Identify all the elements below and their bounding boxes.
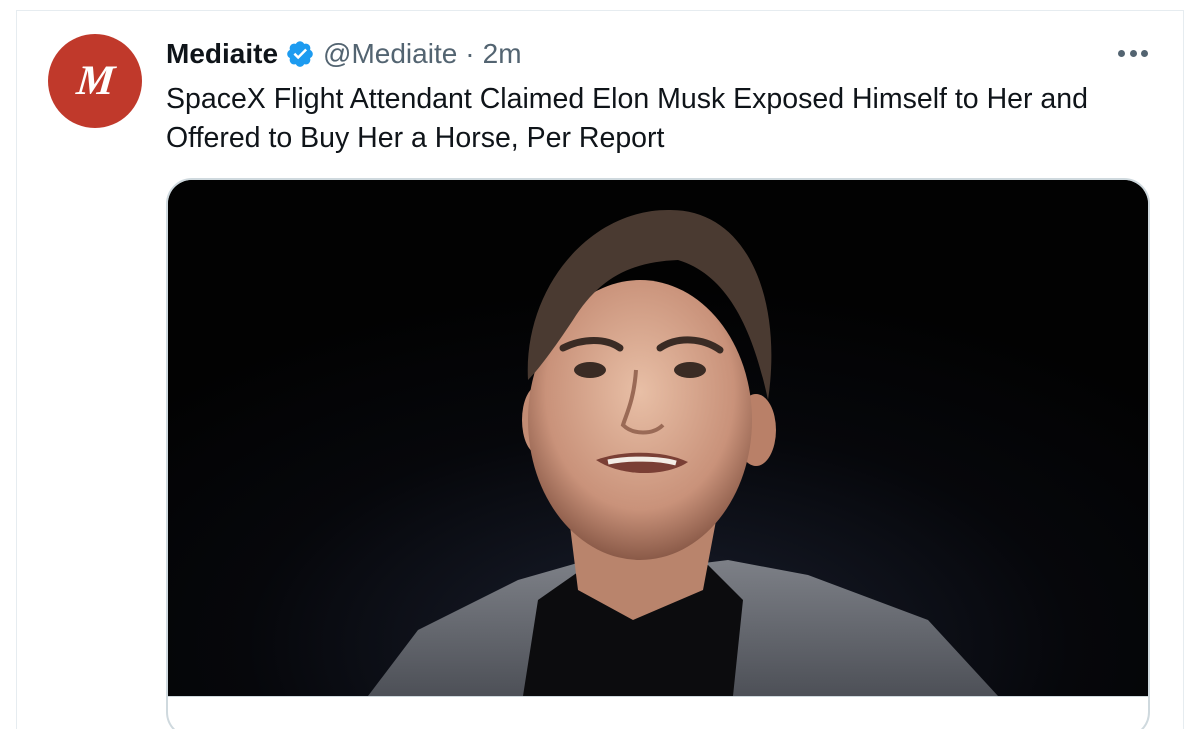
tweet-text: SpaceX Flight Attendant Claimed Elon Mus… <box>166 80 1146 158</box>
avatar-letter: M <box>74 58 116 104</box>
display-name[interactable]: Mediaite <box>166 38 278 70</box>
user-handle[interactable]: @Mediaite <box>323 38 457 70</box>
portrait-photo-icon <box>168 180 1148 696</box>
tweet-text-line: SpaceX Flight Attendant Claimed Elon Mus… <box>166 83 1088 115</box>
avatar[interactable]: M <box>48 34 142 128</box>
more-horizontal-icon[interactable] <box>1114 40 1152 66</box>
tweet-text-line: Offered to Buy Her a Horse, Per Report <box>166 122 665 154</box>
verified-badge-icon <box>285 39 315 69</box>
card-image[interactable] <box>168 180 1148 696</box>
tweet-header: Mediaite @Mediaite · 2m <box>166 36 522 72</box>
timestamp[interactable]: 2m <box>483 38 522 70</box>
card-divider <box>168 696 1148 697</box>
separator-dot: · <box>465 38 475 69</box>
link-card[interactable] <box>166 178 1150 729</box>
